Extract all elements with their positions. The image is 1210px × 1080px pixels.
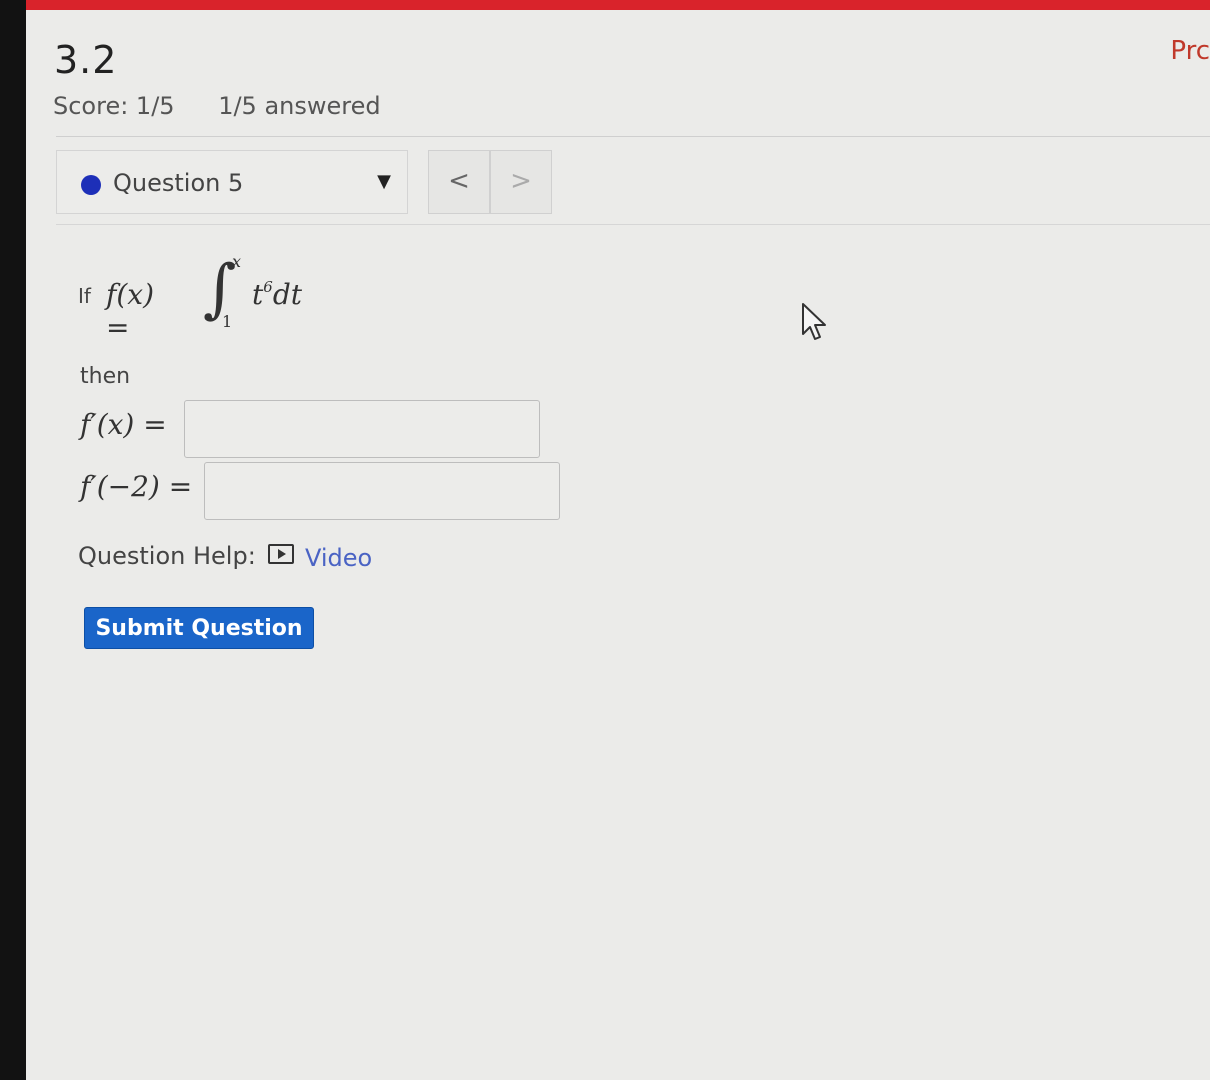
derivative-label: f′(x) = [80, 408, 167, 441]
derivative-at-minus-two-input[interactable] [204, 462, 560, 520]
integrand: t6dt [252, 278, 302, 311]
integrand-exponent: 6 [263, 278, 273, 296]
next-question-button[interactable]: > [490, 150, 552, 214]
question-selector-label: Question 5 [113, 169, 244, 197]
video-icon[interactable] [268, 544, 294, 564]
submit-question-button[interactable]: Submit Question [84, 607, 314, 649]
assignment-page: 3.2 Prc Score: 1/5 1/5 answered Question… [26, 10, 1210, 1080]
screen: 3.2 Prc Score: 1/5 1/5 answered Question… [0, 0, 1210, 1080]
assignment-title: 3.2 [54, 38, 118, 82]
video-help-link[interactable]: Video [305, 544, 372, 572]
screen-bezel [0, 0, 26, 1080]
question-selector[interactable]: Question 5 ▼ [56, 150, 408, 214]
chevron-left-icon: < [448, 166, 470, 196]
answered-count: 1/5 answered [218, 92, 381, 120]
question-help-label: Question Help: [78, 542, 256, 570]
question-status-dot [81, 175, 101, 195]
content-divider [56, 224, 1210, 225]
integral-lower-limit: 1 [222, 312, 233, 331]
top-accent-bar [26, 0, 1210, 10]
score-summary: Score: 1/5 1/5 answered [53, 92, 417, 120]
caret-down-icon: ▼ [377, 171, 391, 192]
previous-question-button[interactable]: < [428, 150, 490, 214]
function-definition-lhs: f(x) = [106, 278, 155, 344]
integrand-base: t [252, 278, 264, 311]
chevron-right-icon: > [510, 166, 532, 196]
then-word: then [80, 364, 131, 389]
if-word: If [78, 284, 91, 308]
integral-upper-limit: x [232, 252, 242, 271]
top-right-link[interactable]: Prc [1170, 36, 1210, 66]
integral-differential: dt [272, 278, 302, 311]
derivative-answer-input[interactable] [184, 400, 540, 458]
score-text: Score: 1/5 [53, 92, 175, 120]
derivative-at-minus-two-label: f′(−2) = [80, 470, 193, 503]
mouse-cursor-icon [802, 303, 826, 340]
header-divider [56, 136, 1210, 137]
